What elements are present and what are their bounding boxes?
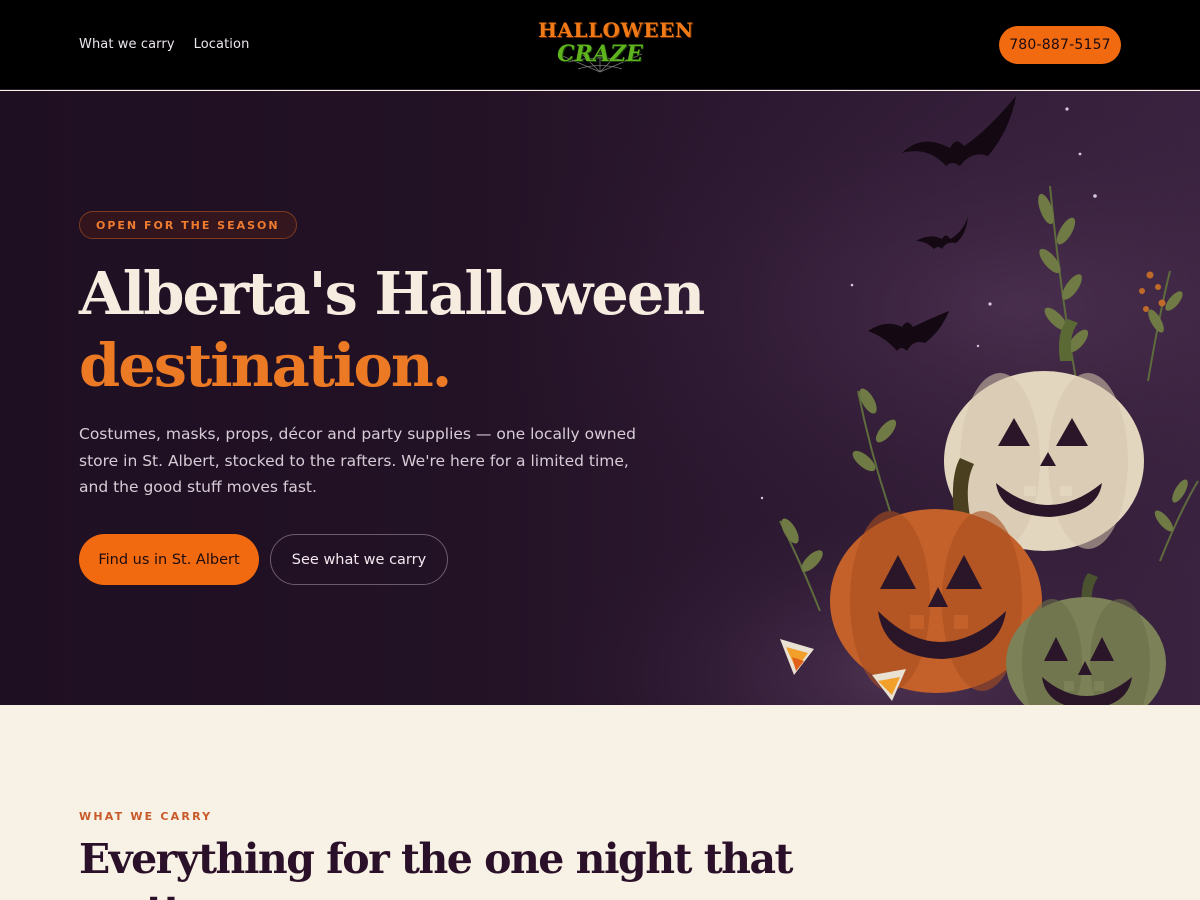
logo-word-craze: CRAZE	[557, 41, 643, 67]
site-header: What we carry Location HALLOWEEN CRAZE 7…	[0, 0, 1200, 90]
bat-icon	[868, 96, 1016, 351]
nav-link-what-we-carry[interactable]: What we carry	[79, 37, 175, 52]
section-eyebrow: WHAT WE CARRY	[79, 810, 213, 823]
logo-word-halloween: HALLOWEEN	[538, 18, 694, 42]
section-title: Everything for the one night that matter…	[79, 835, 793, 900]
hero-title-line-1: Alberta's Halloween	[79, 259, 705, 328]
season-badge: OPEN FOR THE SEASON	[79, 211, 297, 239]
halloween-craze-logo[interactable]: HALLOWEEN CRAZE	[538, 14, 694, 76]
find-us-button[interactable]: Find us in St. Albert	[79, 534, 259, 585]
nav-link-location[interactable]: Location	[194, 37, 250, 52]
phone-button[interactable]: 780-887-5157	[999, 26, 1121, 64]
pumpkin-illustration	[760, 96, 1199, 705]
primary-nav: What we carry Location	[79, 37, 249, 52]
hero-title-line-2: destination.	[79, 331, 452, 400]
hero-description: Costumes, masks, props, décor and party …	[79, 425, 637, 496]
see-what-we-carry-button[interactable]: See what we carry	[270, 534, 448, 585]
hero-section: OPEN FOR THE SEASON Alberta's Halloween …	[0, 91, 1200, 705]
